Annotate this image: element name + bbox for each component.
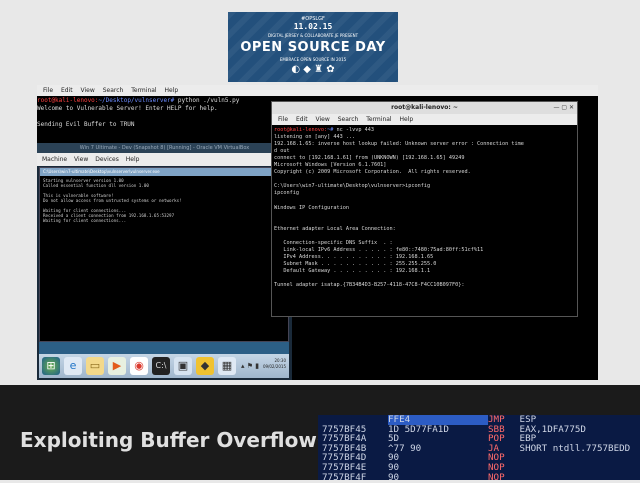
banner-subtitle: EMBRACE OPEN SOURCE IN 2015: [279, 57, 347, 62]
menu-terminal[interactable]: Terminal: [131, 87, 156, 94]
output-line: Link-local IPv6 Address . . . . . : fe80…: [274, 246, 484, 253]
window-close-icon[interactable]: — ▢ ✕: [553, 104, 574, 111]
asm-hex: ^77 90: [388, 442, 422, 454]
cmd-line: Called essential function dll version 1.…: [43, 183, 149, 188]
vm-menu-help[interactable]: Help: [126, 156, 140, 163]
command: nc -lvvp 443: [333, 127, 374, 133]
output-line: Windows IP Configuration: [274, 204, 349, 211]
output-line: Welcome to Vulnerable Server! Enter HELP…: [37, 105, 218, 112]
menu-search[interactable]: Search: [338, 116, 359, 123]
taskbar-clock[interactable]: 20:30 09/02/2015: [263, 358, 286, 370]
output-line: Copyright (c) 2009 Microsoft Corporation…: [274, 169, 471, 176]
asm-hex: 90: [388, 471, 400, 483]
cmd-line: Waiting for client connections...: [43, 218, 127, 223]
app-icon[interactable]: ▣: [174, 357, 192, 375]
terminal-window-netcat[interactable]: root@kali-lenovo: ~ — ▢ ✕ File Edit View…: [271, 101, 578, 317]
virtualbox-window[interactable]: Win 7 Ultimate - Dev (Snapshot 8) [Runni…: [37, 143, 292, 380]
output-line: Ethernet adapter Local Area Connection:: [274, 225, 396, 232]
ie-icon[interactable]: e: [64, 357, 82, 375]
banner-logos: ◐ ◆ ♜ ✿: [291, 64, 335, 75]
output-line: 192.168.1.65: inverse host lookup failed…: [274, 141, 524, 148]
menu-search[interactable]: Search: [103, 87, 124, 94]
cmd-line: Do not allow access from untrusted syste…: [43, 198, 182, 203]
prompt: root@kali-lenovo:: [37, 97, 99, 104]
netcat-output: root@kali-lenovo:~# nc -lvvp 443 listeni…: [274, 127, 574, 289]
menu-file[interactable]: File: [43, 87, 53, 94]
output-line: Tunnel adapter isatap.{7B34B4D3-B257-411…: [274, 282, 465, 289]
menu-edit[interactable]: Edit: [61, 87, 73, 94]
output-line: C:\Users\win7-ultimate\Desktop\vulnserve…: [274, 183, 431, 190]
tray-icons[interactable]: ▴ ⚑ ▮: [241, 362, 259, 370]
disassembly-text: FFE4 JMP ESP 7757BF45 1D 5D77FA1D SBB EAX,1…: [322, 415, 630, 482]
banner-title: OPEN SOURCE DAY: [240, 40, 386, 55]
output-line: Connection-specific DNS Suffix . :: [274, 239, 393, 246]
command: python ./vuln5.py: [174, 97, 240, 104]
output-line: Subnet Mask . . . . . . . . . . . : 255.…: [274, 260, 437, 267]
output-line: ipconfig: [274, 190, 299, 197]
start-orb-icon[interactable]: ⊞: [42, 357, 60, 375]
output-line: connect to [192.168.1.61] from (UNKNOWN)…: [274, 155, 465, 162]
output-line: d out: [274, 148, 290, 155]
vm-title: Win 7 Ultimate - Dev (Snapshot 8) [Runni…: [37, 143, 292, 153]
immunity-icon[interactable]: ◆: [196, 357, 214, 375]
terminal-title: root@kali-lenovo: ~: [272, 102, 577, 114]
asm-hex: 1D 5D77FA1D: [388, 423, 449, 435]
cmd-taskbar-icon[interactable]: C:\: [152, 357, 170, 375]
folder-icon[interactable]: ▭: [86, 357, 104, 375]
banner-presenters: DIGITAL JERSEY & COLLABORATE.JE PRESENT: [267, 33, 359, 38]
cmd-output: Starting vulnserver version 1.00 Called …: [43, 178, 283, 223]
menu-terminal[interactable]: Terminal: [366, 116, 391, 123]
menu-help[interactable]: Help: [165, 87, 179, 94]
output-line: Default Gateway . . . . . . . . . : 192.…: [274, 267, 431, 274]
menu-file[interactable]: File: [278, 116, 288, 123]
menu-view[interactable]: View: [81, 87, 95, 94]
slide-title: Exploiting Buffer Overflows: [20, 428, 329, 452]
menu-view[interactable]: View: [316, 116, 330, 123]
asm-arg: SHORT ntdll.7757BEDD: [519, 442, 631, 454]
asm-address: 7757BF4F: [322, 471, 367, 483]
menu-help[interactable]: Help: [400, 116, 414, 123]
menu-edit[interactable]: Edit: [296, 116, 308, 123]
output-line: Microsoft Windows [Version 6.1.7601]: [274, 162, 387, 169]
media-player-icon[interactable]: ▶: [108, 357, 126, 375]
vm-menubar: Machine View Devices Help: [37, 153, 292, 166]
clock-date: 09/02/2015: [262, 364, 286, 369]
vm-menu-machine[interactable]: Machine: [42, 156, 67, 163]
vm-menu-devices[interactable]: Devices: [95, 156, 119, 163]
asm-hex: 90: [388, 461, 400, 473]
asm-op: NOP: [488, 471, 505, 483]
terminal-menubar: File Edit View Search Terminal Help: [37, 85, 598, 96]
vm-menu-view[interactable]: View: [74, 156, 88, 163]
chrome-icon[interactable]: ◉: [130, 357, 148, 375]
open-source-day-banner: #OPSLGF 11.02.15 DIGITAL JERSEY & COLLAB…: [228, 12, 398, 82]
cmd-title: C:\Users\win7-ultimate\Desktop\vulnserve…: [40, 168, 288, 176]
windows-desktop: [39, 342, 289, 354]
output-line: Sending Evil Buffer to TRUN: [37, 121, 135, 128]
output-line: listening on [any] 443 ...: [274, 134, 356, 141]
asm-hex: 90: [388, 452, 400, 464]
tray-app-icon[interactable]: ▦: [218, 357, 236, 375]
banner-date: 11.02.15: [293, 22, 333, 31]
output-line: IPv4 Address. . . . . . . . . . . : 192.…: [274, 253, 434, 260]
terminal-menubar: File Edit View Search Terminal Help: [272, 114, 577, 125]
prompt-cwd: ~/Desktop/vulnserver#: [98, 97, 175, 104]
windows-taskbar: ⊞ e ▭ ▶ ◉ C:\ ▣ ◆ ▦ ▴ ⚑ ▮ 20:30 09/02/201…: [39, 354, 289, 378]
prompt: root@kali-lenovo:: [274, 127, 328, 133]
cmd-window[interactable]: C:\Users\win7-ultimate\Desktop\vulnserve…: [39, 167, 289, 342]
